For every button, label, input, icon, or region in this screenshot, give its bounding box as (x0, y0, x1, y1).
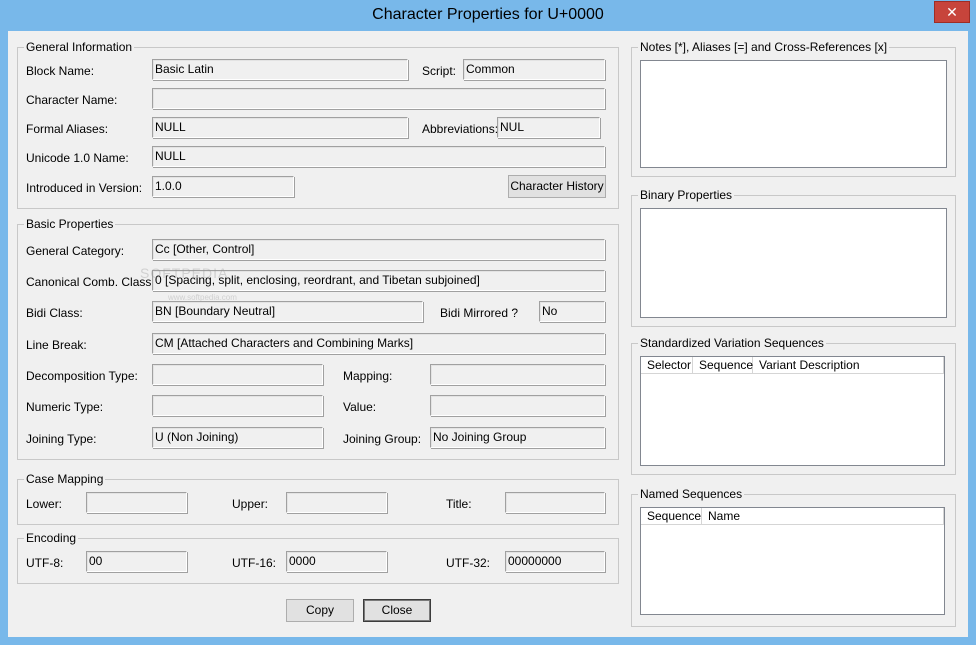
binary-properties-title: Binary Properties (638, 188, 735, 202)
abbreviations-label: Abbreviations: (422, 122, 499, 136)
bidi-class-label: Bidi Class: (26, 306, 83, 320)
general-information-title: General Information (24, 40, 135, 54)
basic-properties-title: Basic Properties (24, 217, 116, 231)
introduced-version-field[interactable]: 1.0.0 (152, 176, 294, 197)
formal-aliases-field[interactable]: NULL (152, 117, 408, 138)
variation-sequences-title: Standardized Variation Sequences (638, 336, 826, 350)
upper-field[interactable] (286, 492, 387, 513)
character-properties-window: Character Properties for U+0000 ✕ Genera… (0, 0, 976, 645)
block-name-label: Block Name: (26, 64, 95, 78)
canonical-comb-class-label: Canonical Comb. Class: (26, 275, 155, 289)
named-sequences-title: Named Sequences (638, 487, 745, 501)
window-title: Character Properties for U+0000 (372, 6, 604, 23)
lower-field[interactable] (86, 492, 187, 513)
utf16-label: UTF-16: (232, 556, 277, 570)
watermark-logo: SOFTPEDIA (140, 265, 229, 281)
named-sequences-list[interactable]: Sequence Name (640, 507, 945, 615)
numeric-type-field[interactable] (152, 395, 323, 416)
joining-type-label: Joining Type: (26, 432, 97, 446)
unicode1-name-field[interactable]: NULL (152, 146, 605, 167)
binary-properties-listbox[interactable] (640, 208, 947, 318)
character-history-button[interactable]: Character History (508, 175, 606, 198)
character-name-field[interactable] (152, 88, 605, 109)
named-header-row: Sequence Name (641, 508, 944, 525)
close-icon: ✕ (946, 4, 958, 20)
column-header-sequence[interactable]: Sequence (641, 508, 702, 525)
formal-aliases-label: Formal Aliases: (26, 122, 109, 136)
close-window-button[interactable]: ✕ (934, 1, 970, 23)
bidi-mirrored-field[interactable]: No (539, 301, 605, 322)
abbreviations-field[interactable]: NUL (497, 117, 600, 138)
unicode1-name-label: Unicode 1.0 Name: (26, 151, 129, 165)
bidi-class-field[interactable]: BN [Boundary Neutral] (152, 301, 423, 322)
value-label: Value: (343, 400, 377, 414)
character-name-label: Character Name: (26, 93, 118, 107)
decomposition-type-field[interactable] (152, 364, 323, 385)
utf32-field[interactable]: 00000000 (505, 551, 605, 572)
block-name-field[interactable]: Basic Latin (152, 59, 408, 80)
line-break-label: Line Break: (26, 338, 87, 352)
notes-title: Notes [*], Aliases [=] and Cross-Referen… (638, 40, 890, 54)
utf8-label: UTF-8: (26, 556, 64, 570)
line-break-field[interactable]: CM [Attached Characters and Combining Ma… (152, 333, 605, 354)
upper-label: Upper: (232, 497, 269, 511)
encoding-title: Encoding (24, 531, 79, 545)
general-category-label: General Category: (26, 244, 125, 258)
mapping-field[interactable] (430, 364, 605, 385)
variation-sequences-list[interactable]: Selector Sequence Variant Description (640, 356, 945, 466)
title-case-field[interactable] (505, 492, 605, 513)
column-header-variant-description[interactable]: Variant Description (753, 357, 944, 374)
script-label: Script: (422, 64, 457, 78)
notes-listbox[interactable] (640, 60, 947, 168)
title-bar[interactable]: Character Properties for U+0000 ✕ (0, 0, 976, 30)
numeric-type-label: Numeric Type: (26, 400, 104, 414)
close-button[interactable]: Close (363, 599, 431, 622)
utf8-field[interactable]: 00 (86, 551, 187, 572)
general-category-field[interactable]: Cc [Other, Control] (152, 239, 605, 260)
value-field[interactable] (430, 395, 605, 416)
joining-group-label: Joining Group: (343, 432, 422, 446)
joining-group-field[interactable]: No Joining Group (430, 427, 605, 448)
variation-header-row: Selector Sequence Variant Description (641, 357, 944, 374)
title-case-label: Title: (446, 497, 472, 511)
utf32-label: UTF-32: (446, 556, 491, 570)
case-mapping-title: Case Mapping (24, 472, 106, 486)
script-field[interactable]: Common (463, 59, 605, 80)
watermark-url: www.softpedia.com (168, 293, 237, 302)
lower-label: Lower: (26, 497, 63, 511)
copy-button[interactable]: Copy (286, 599, 354, 622)
column-header-selector[interactable]: Selector (641, 357, 693, 374)
column-header-name[interactable]: Name (702, 508, 944, 525)
introduced-version-label: Introduced in Version: (26, 181, 143, 195)
mapping-label: Mapping: (343, 369, 393, 383)
dialog-client-area: General Information Block Name: Basic La… (8, 31, 968, 637)
joining-type-field[interactable]: U (Non Joining) (152, 427, 323, 448)
decomposition-type-label: Decomposition Type: (26, 369, 138, 383)
utf16-field[interactable]: 0000 (286, 551, 387, 572)
bidi-mirrored-label: Bidi Mirrored ? (440, 306, 519, 320)
column-header-sequence[interactable]: Sequence (693, 357, 753, 374)
